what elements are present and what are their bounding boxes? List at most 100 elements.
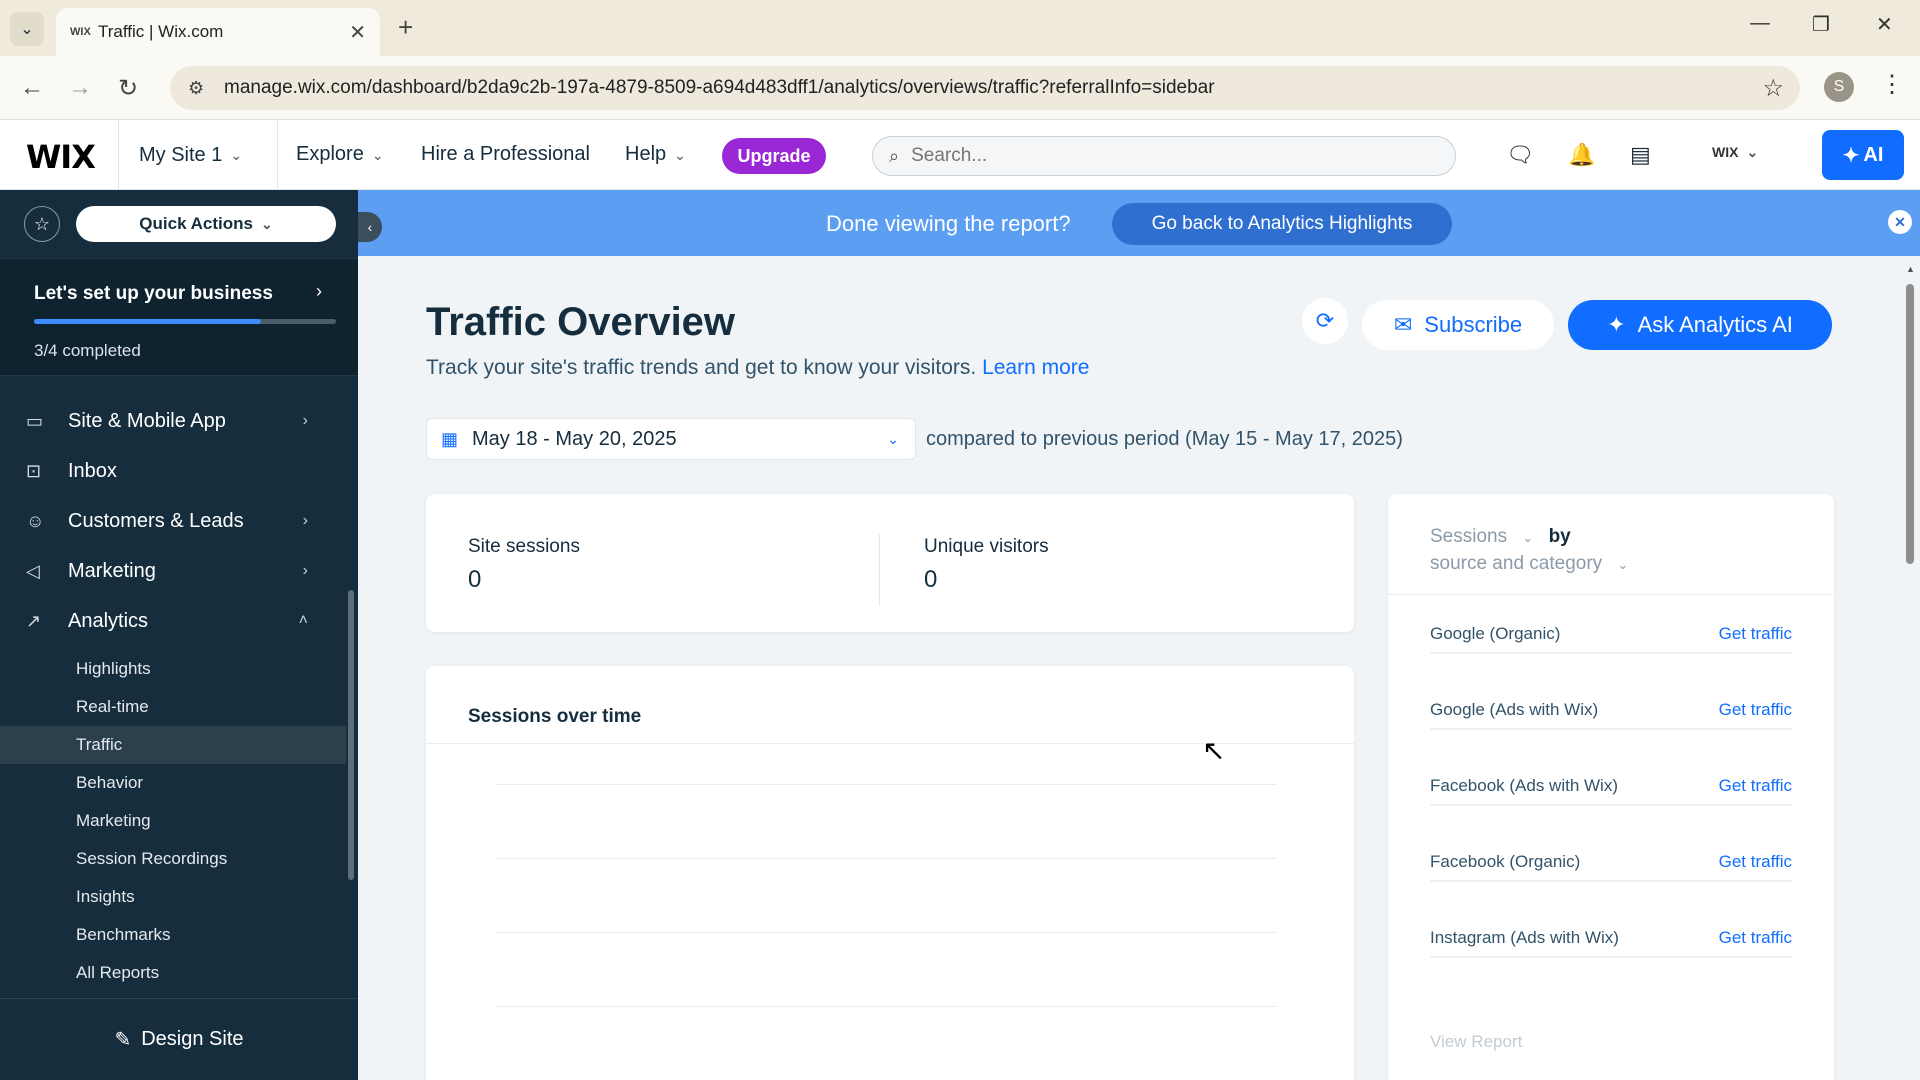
wix-logo[interactable]: WIX (26, 138, 96, 176)
subscribe-button[interactable]: ✉ Subscribe (1362, 300, 1554, 350)
ask-ai-label: Ask Analytics AI (1637, 312, 1793, 337)
sessions-by-source-card: Sessions ⌄ by source and category ⌄ Goog… (1388, 494, 1834, 1080)
reload-icon[interactable]: ↻ (118, 74, 138, 103)
sidebar-subitem-real-time[interactable]: Real-time (0, 688, 346, 726)
help-menu[interactable]: Help ⌄ (625, 143, 686, 166)
sidebar-subitem-insights[interactable]: Insights (0, 878, 346, 916)
get-traffic-link[interactable]: Get traffic (1719, 852, 1792, 872)
customers-icon: ☺ (26, 510, 45, 531)
site-info-icon[interactable]: ⚙ (188, 78, 224, 99)
inbox-icon: ⊡ (26, 460, 42, 481)
sidebar-item-label: Customers & Leads (68, 509, 244, 532)
bookmark-star-icon[interactable]: ☆ (1762, 74, 1784, 103)
search-field[interactable]: ⌕ (872, 136, 1456, 176)
explore-menu[interactable]: Explore ⌄ (296, 143, 384, 166)
profile-avatar[interactable]: S (1824, 72, 1854, 102)
setup-business-card[interactable]: Let's set up your business › 3/4 complet… (0, 258, 358, 376)
sidebar-item-inbox[interactable]: ⊡ Inbox (0, 446, 346, 496)
quick-actions-button[interactable]: Quick Actions ⌄ (76, 206, 336, 242)
calendar-icon: ▦ (441, 428, 459, 449)
address-bar[interactable]: ⚙ manage.wix.com/dashboard/b2da9c2b-197a… (170, 66, 1800, 110)
sidebar-item-analytics[interactable]: ↗ Analytics ˄ (0, 596, 346, 646)
banner-message: Done viewing the report? (826, 211, 1071, 236)
upgrade-button[interactable]: Upgrade (722, 138, 826, 174)
subtitle-text: Track your site's traffic trends and get… (426, 356, 977, 379)
new-tab-icon[interactable]: + (398, 12, 413, 43)
pencil-icon: ✎ (114, 1029, 132, 1051)
page-scrollbar[interactable]: ▲ (1904, 262, 1916, 1080)
mouse-cursor-icon: ↖ (1202, 735, 1226, 766)
url-text: manage.wix.com/dashboard/b2da9c2b-197a-4… (224, 77, 1215, 98)
scroll-up-icon[interactable]: ▲ (1906, 264, 1915, 274)
sidebar-item-site-mobile-app[interactable]: ▭ Site & Mobile App › (0, 396, 346, 446)
date-range-picker[interactable]: ▦ May 18 - May 20, 2025 ⌄ (426, 418, 916, 460)
get-traffic-link[interactable]: Get traffic (1719, 776, 1792, 796)
learn-more-link[interactable]: Learn more (982, 356, 1089, 379)
envelope-icon: ✉ (1393, 312, 1413, 337)
back-to-highlights-button[interactable]: Go back to Analytics Highlights (1112, 203, 1452, 245)
chevron-right-icon: › (302, 562, 308, 579)
chevron-right-icon: › (302, 512, 308, 529)
browser-tab[interactable]: WIX Traffic | Wix.com ✕ (56, 8, 380, 56)
source-bar-track (1430, 880, 1792, 882)
star-icon[interactable]: ☆ (24, 206, 60, 242)
tab-search-chevron-icon[interactable]: ⌄ (10, 12, 44, 46)
source-label: Facebook (Organic) (1430, 852, 1581, 871)
chevron-down-icon: ⌄ (887, 430, 899, 447)
sidebar-subitem-marketing[interactable]: Marketing (0, 802, 346, 840)
dimension-selector[interactable]: source and category (1430, 553, 1602, 574)
sidebar-item-label: Site & Mobile App (68, 409, 226, 432)
ask-analytics-ai-button[interactable]: ✦ Ask Analytics AI (1568, 300, 1832, 350)
updates-icon[interactable]: ▤ (1630, 142, 1651, 168)
chevron-right-icon: › (316, 281, 322, 301)
sidebar-subitem-session-recordings[interactable]: Session Recordings (0, 840, 346, 878)
ai-assistant-button[interactable]: ✦ AI (1822, 130, 1904, 180)
sidebar-subitem-benchmarks[interactable]: Benchmarks (0, 916, 346, 954)
site-selector[interactable]: My Site 1 ⌄ (118, 120, 278, 190)
window-close-icon[interactable]: ✕ (1876, 12, 1893, 37)
minimize-icon[interactable]: — (1750, 12, 1770, 35)
setup-title: Let's set up your business (34, 283, 273, 304)
account-menu[interactable]: WIX ⌄ (1712, 144, 1758, 161)
chevron-down-icon: ⌄ (1617, 557, 1629, 572)
source-card-header: Sessions ⌄ by source and category ⌄ (1430, 524, 1628, 578)
metric-selector[interactable]: Sessions (1430, 526, 1507, 547)
sidebar-subitem-traffic[interactable]: Traffic (0, 726, 346, 764)
hire-professional-link[interactable]: Hire a Professional (421, 143, 590, 166)
search-input[interactable] (911, 145, 1392, 167)
sidebar-item-customers-leads[interactable]: ☺ Customers & Leads › (0, 496, 346, 546)
page-title: Traffic Overview (426, 300, 736, 344)
back-icon[interactable]: ← (20, 74, 44, 102)
get-traffic-link[interactable]: Get traffic (1719, 624, 1792, 644)
sessions-chart-card: Sessions over time (426, 666, 1354, 1080)
chevron-down-icon: ⌄ (260, 215, 273, 232)
get-traffic-link[interactable]: Get traffic (1719, 700, 1792, 720)
source-bar-track (1430, 804, 1792, 806)
sidebar-subitem-highlights[interactable]: Highlights (0, 650, 346, 688)
setup-progress-bar (34, 319, 336, 324)
sparkle-icon: ✦ (1842, 144, 1860, 167)
kpi-card: Site sessions 0 Unique visitors 0 (426, 494, 1354, 632)
design-site-button[interactable]: ✎ Design Site (0, 998, 358, 1080)
forward-icon[interactable]: → (68, 74, 92, 102)
wix-header: WIX My Site 1 ⌄ Explore ⌄ Hire a Professi… (0, 120, 1920, 190)
sidebar-subitem-behavior[interactable]: Behavior (0, 764, 346, 802)
banner-close-icon[interactable]: ✕ (1888, 210, 1912, 234)
refresh-button[interactable]: ⟳ (1302, 298, 1348, 344)
tab-close-icon[interactable]: ✕ (349, 20, 366, 45)
sidebar-subitem-all-reports[interactable]: All Reports (0, 954, 346, 992)
chevron-down-icon: ⌄ (1746, 144, 1759, 160)
design-site-label: Design Site (141, 1028, 244, 1050)
sidebar-item-label: Inbox (68, 459, 117, 482)
notifications-bell-icon[interactable]: 🔔 (1568, 142, 1595, 168)
restore-icon[interactable]: ❐ (1812, 12, 1830, 37)
browser-menu-icon[interactable]: ⋮ (1880, 70, 1904, 99)
chat-icon[interactable]: 🗨 (1506, 142, 1534, 168)
sidebar-scrollbar[interactable] (348, 590, 354, 880)
chart-gridline (496, 932, 1276, 933)
view-report-link[interactable]: View Report (1430, 1032, 1522, 1052)
page-subtitle: Track your site's traffic trends and get… (426, 356, 1089, 380)
page-scroll-thumb[interactable] (1906, 284, 1914, 564)
get-traffic-link[interactable]: Get traffic (1719, 928, 1792, 948)
sidebar-item-marketing[interactable]: ◁ Marketing › (0, 546, 346, 596)
